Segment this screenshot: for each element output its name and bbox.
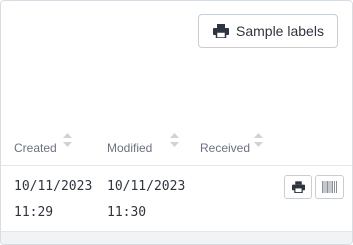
sort-icon[interactable]	[62, 133, 72, 147]
modified-time: 11:30	[107, 205, 147, 220]
barcode-icon	[322, 181, 337, 193]
next-row-edge	[1, 231, 352, 244]
column-header-created[interactable]: Created	[14, 129, 72, 155]
printer-icon	[213, 24, 229, 38]
labels-panel: Sample labels Created Modified Received	[0, 0, 353, 245]
sample-labels-label: Sample labels	[236, 23, 324, 39]
modified-date: 10/11/2023	[107, 179, 186, 194]
barcode-button[interactable]	[315, 175, 344, 199]
sort-icon[interactable]	[254, 133, 264, 147]
column-header-modified[interactable]: Modified	[107, 129, 180, 155]
header-divider	[1, 165, 352, 166]
print-label-button[interactable]	[284, 175, 312, 199]
sample-labels-button[interactable]: Sample labels	[198, 14, 338, 48]
created-date: 10/11/2023	[14, 179, 93, 194]
created-time: 11:29	[14, 205, 54, 220]
column-header-received[interactable]: Received	[200, 129, 264, 155]
column-header-label: Modified	[107, 141, 153, 155]
column-header-label: Received	[200, 141, 251, 155]
column-header-label: Created	[14, 141, 57, 155]
sort-icon[interactable]	[170, 133, 180, 147]
printer-icon	[291, 181, 305, 193]
